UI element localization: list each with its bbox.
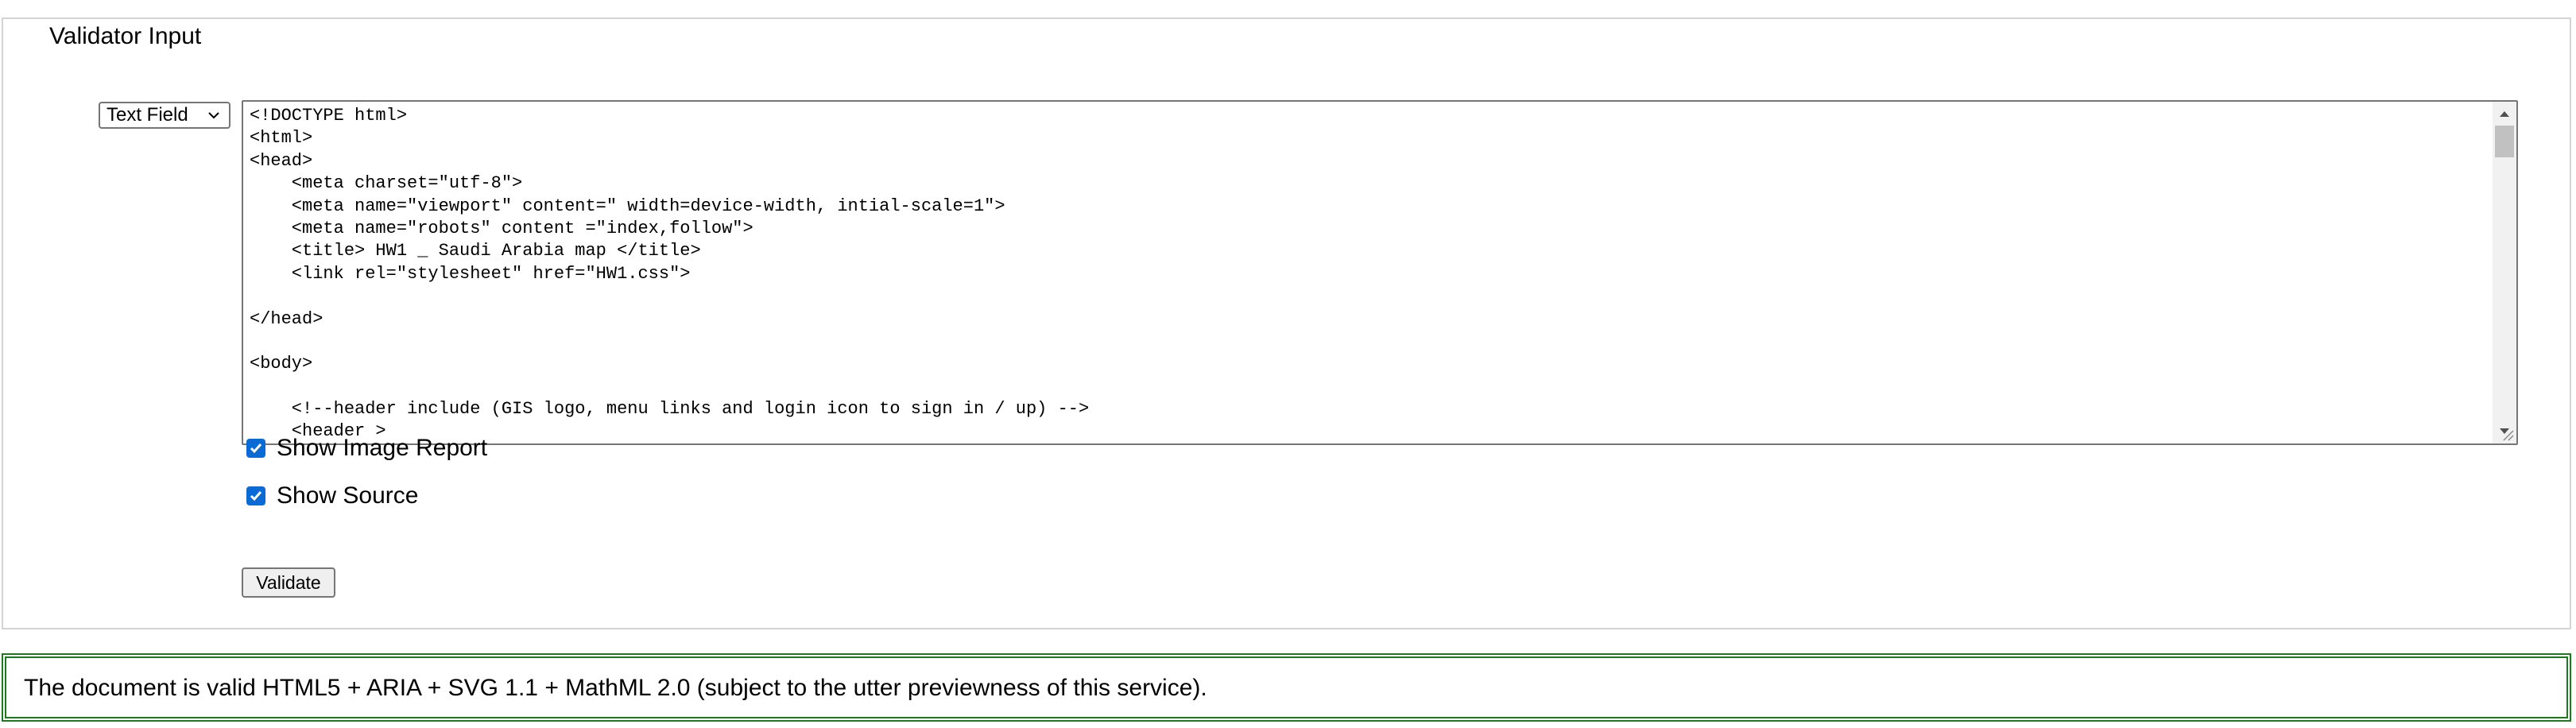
checkmark-icon <box>250 491 262 501</box>
show-image-report-label: Show Image Report <box>277 435 488 461</box>
source-textarea[interactable]: <!DOCTYPE html> <html> <head> <meta charse… <box>242 100 2518 445</box>
input-mode-select[interactable]: Text Field <box>99 102 230 129</box>
source-code: <!DOCTYPE html> <html> <head> <meta charse… <box>250 105 1089 443</box>
input-mode-selected-value: Text Field <box>107 104 188 126</box>
show-source-option[interactable]: Show Source <box>246 482 418 510</box>
fieldset-legend: Validator Input <box>45 22 207 51</box>
source-code-line <box>250 331 1089 353</box>
chevron-down-icon <box>208 112 219 119</box>
source-code-line: <!--header include (GIS logo, menu links… <box>250 399 1090 420</box>
source-code-line: <link rel="stylesheet" href="HW1.css"> <box>250 263 691 284</box>
show-image-report-option[interactable]: Show Image Report <box>246 434 487 463</box>
validate-button[interactable]: Validate <box>242 567 335 598</box>
show-source-checkbox[interactable] <box>246 486 265 505</box>
resize-grip-icon[interactable] <box>2499 426 2515 442</box>
source-code-line: <title> HW1 _ Saudi Arabia map </title> <box>250 241 701 261</box>
source-code-line: <meta name="viewport" content=" width=de… <box>250 196 1005 216</box>
source-code-line <box>250 285 1089 308</box>
source-code-line <box>250 376 1089 398</box>
checkmark-icon <box>250 443 262 454</box>
scrollbar-thumb[interactable] <box>2495 126 2514 157</box>
source-code-line: <meta charset="utf-8"> <box>250 173 523 194</box>
source-code-line: </head> <box>250 308 323 329</box>
source-code-line: <body> <box>250 354 313 374</box>
scroll-up-arrow-icon[interactable] <box>2493 102 2516 126</box>
textarea-scrollbar[interactable] <box>2493 102 2516 443</box>
show-image-report-checkbox[interactable] <box>246 439 265 458</box>
show-source-label: Show Source <box>277 482 419 509</box>
source-code-line: <meta name="robots" content ="index,foll… <box>250 218 753 238</box>
source-code-line: <!DOCTYPE html> <box>250 106 408 126</box>
source-code-line: <html> <box>250 128 313 149</box>
validation-result-message: The document is valid HTML5 + ARIA + SVG… <box>24 675 1207 701</box>
validator-input-fieldset: Validator Input Text Field <!DOCTYPE htm… <box>2 17 2571 629</box>
source-code-line: <head> <box>250 150 313 171</box>
validation-result-box: The document is valid HTML5 + ARIA + SVG… <box>2 653 2571 722</box>
